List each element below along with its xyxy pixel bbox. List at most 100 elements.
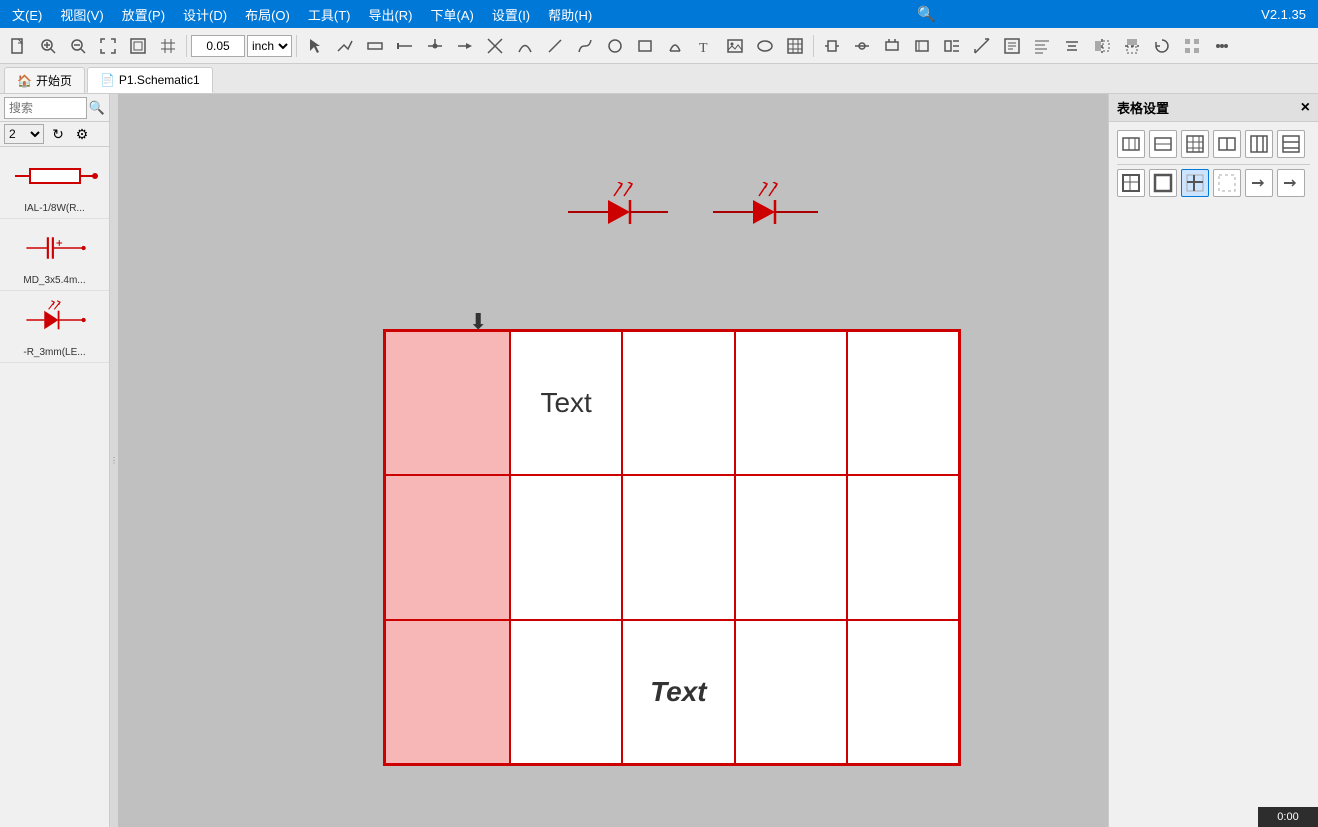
align-center-button[interactable] — [1058, 32, 1086, 60]
unit-select[interactable]: inch mil mm — [247, 35, 292, 57]
border-inner-button[interactable] — [1181, 169, 1209, 197]
rotate-button[interactable] — [1148, 32, 1176, 60]
canvas-area[interactable]: ⬇ Text Text — [118, 94, 1318, 827]
cell-2-1[interactable] — [510, 620, 622, 764]
net-label-button[interactable] — [451, 32, 479, 60]
rect-button[interactable] — [631, 32, 659, 60]
sidebar: 🔍 2 1 3 ↻ ⚙ IAL-1/8W(R... — [0, 94, 110, 827]
diode-label: -R_3mm(LE... — [23, 347, 85, 358]
cell-2-2[interactable]: Text — [622, 620, 734, 764]
array-button[interactable] — [1178, 32, 1206, 60]
cell-1-4[interactable] — [847, 475, 959, 619]
bom-button[interactable] — [998, 32, 1026, 60]
actual-size-button[interactable] — [124, 32, 152, 60]
pin-button[interactable] — [391, 32, 419, 60]
sidebar-search-icon[interactable]: 🔍 — [89, 100, 105, 116]
select-button[interactable] — [301, 32, 329, 60]
menu-help[interactable]: 帮助(H) — [540, 3, 600, 26]
cell-0-4[interactable] — [847, 331, 959, 475]
merge-h-button[interactable] — [1149, 130, 1177, 158]
junction-button[interactable] — [421, 32, 449, 60]
align-left-button[interactable] — [1028, 32, 1056, 60]
search-icon-menu[interactable]: 🔍 — [917, 5, 936, 23]
panel-header: 表格设置 × — [1109, 94, 1318, 122]
cell-2-3[interactable] — [735, 620, 847, 764]
measure-button[interactable] — [968, 32, 996, 60]
split-v2-button[interactable] — [1245, 130, 1273, 158]
component2-button[interactable] — [878, 32, 906, 60]
border-dropdown1-button[interactable] — [1245, 169, 1273, 197]
menu-file[interactable]: 文(E) — [4, 3, 50, 26]
statusbar: 0:00 — [1258, 807, 1318, 827]
cell-0-2[interactable] — [622, 331, 734, 475]
wire-button[interactable] — [331, 32, 359, 60]
bus-button[interactable] — [361, 32, 389, 60]
toolbar-sep-2 — [296, 35, 297, 57]
split-v-button[interactable] — [1213, 130, 1241, 158]
zoom-in-button[interactable] — [34, 32, 62, 60]
grid-value-input[interactable] — [191, 35, 245, 57]
grid-button[interactable] — [154, 32, 182, 60]
menu-design[interactable]: 设计(D) — [175, 3, 235, 26]
arc2-button[interactable] — [661, 32, 689, 60]
border-all-button[interactable] — [1117, 169, 1145, 197]
border-outer-button[interactable] — [1149, 169, 1177, 197]
menu-settings[interactable]: 设置(I) — [484, 3, 538, 26]
more-button[interactable] — [938, 32, 966, 60]
flip-h-button[interactable] — [1088, 32, 1116, 60]
circle-button[interactable] — [601, 32, 629, 60]
line-button[interactable] — [541, 32, 569, 60]
cross-button[interactable] — [481, 32, 509, 60]
fit-button[interactable] — [94, 32, 122, 60]
svg-text:T: T — [699, 41, 708, 55]
cell-1-1[interactable] — [510, 475, 622, 619]
sidebar-search-input[interactable] — [4, 97, 87, 119]
menu-place[interactable]: 放置(P) — [114, 3, 173, 26]
sym-button[interactable] — [908, 32, 936, 60]
zoom-out-button[interactable] — [64, 32, 92, 60]
text-button[interactable]: T — [691, 32, 719, 60]
comp-button[interactable] — [818, 32, 846, 60]
image-button[interactable] — [721, 32, 749, 60]
cell-0-1[interactable]: Text — [510, 331, 622, 475]
tab-schematic[interactable]: 📄 P1.Schematic1 — [87, 67, 213, 93]
cell-0-0[interactable] — [385, 331, 510, 475]
curve-button[interactable] — [571, 32, 599, 60]
tab-home[interactable]: 🏠 开始页 — [4, 67, 85, 93]
cell-0-3[interactable] — [735, 331, 847, 475]
panel-close-button[interactable]: × — [1301, 99, 1310, 117]
menu-export[interactable]: 导出(R) — [360, 3, 420, 26]
table-button[interactable] — [781, 32, 809, 60]
sidebar-items: IAL-1/8W(R... MD_3x5.4m... — [0, 147, 109, 827]
extra-button[interactable] — [1208, 32, 1236, 60]
merge-center-button[interactable] — [1181, 130, 1209, 158]
merge-left-button[interactable] — [1117, 130, 1145, 158]
settings-button[interactable]: ⚙ — [72, 124, 92, 144]
zoom-select[interactable]: 2 1 3 — [4, 124, 44, 144]
new-button[interactable] — [4, 32, 32, 60]
table-grid[interactable]: Text Text — [383, 329, 961, 766]
right-panel: 表格设置 × — [1108, 94, 1318, 827]
cell-2-4[interactable] — [847, 620, 959, 764]
menu-layout[interactable]: 布局(O) — [237, 3, 298, 26]
cell-1-3[interactable] — [735, 475, 847, 619]
cell-2-0[interactable] — [385, 620, 510, 764]
sidebar-item-capacitor[interactable]: MD_3x5.4m... — [0, 219, 109, 291]
cell-1-0[interactable] — [385, 475, 510, 619]
ellipse-button[interactable] — [751, 32, 779, 60]
menu-tools[interactable]: 工具(T) — [300, 3, 359, 26]
cell-1-2[interactable] — [622, 475, 734, 619]
flip-v-button[interactable] — [1118, 32, 1146, 60]
split-h2-button[interactable] — [1277, 130, 1305, 158]
sidebar-item-diode[interactable]: -R_3mm(LE... — [0, 291, 109, 363]
sidebar-item-resistor[interactable]: IAL-1/8W(R... — [0, 147, 109, 219]
menu-order[interactable]: 下单(A) — [423, 3, 482, 26]
sidebar-divider[interactable]: ⋮ — [110, 94, 118, 827]
refresh-button[interactable]: ↻ — [48, 124, 68, 144]
pin2-button[interactable] — [848, 32, 876, 60]
border-dropdown2-button[interactable] — [1277, 169, 1305, 197]
arc-button[interactable] — [511, 32, 539, 60]
toolbar: inch mil mm T — [0, 28, 1318, 64]
border-none-button[interactable] — [1213, 169, 1241, 197]
menu-view[interactable]: 视图(V) — [52, 3, 111, 26]
